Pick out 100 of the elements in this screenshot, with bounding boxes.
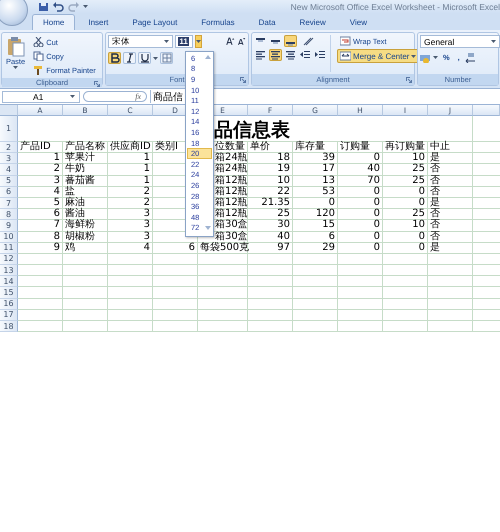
table-cell: 40 bbox=[248, 232, 293, 243]
vertical-align-button[interactable] bbox=[284, 35, 297, 47]
borders-button[interactable] bbox=[160, 52, 173, 64]
caret-icon bbox=[13, 66, 18, 69]
dialog-launcher-icon[interactable] bbox=[240, 77, 246, 83]
horizontal-align-button[interactable] bbox=[269, 49, 282, 61]
bold-button[interactable] bbox=[108, 52, 121, 64]
increase-decimal-icon bbox=[464, 52, 476, 62]
table-cell: 6 bbox=[153, 242, 198, 254]
row-header[interactable]: 17 bbox=[0, 310, 18, 321]
ribbon-tab[interactable]: Insert bbox=[77, 14, 120, 30]
row-header[interactable]: 9 bbox=[0, 220, 18, 232]
empty-cell bbox=[293, 310, 338, 321]
row-header[interactable]: 8 bbox=[0, 209, 18, 220]
table-cell: 97 bbox=[248, 242, 293, 254]
ribbon-tab[interactable]: Data bbox=[248, 14, 287, 30]
empty-cell bbox=[428, 287, 473, 299]
table-cell: 21.35 bbox=[248, 198, 293, 210]
table-cell: 否 bbox=[428, 232, 473, 243]
copy-icon bbox=[33, 51, 44, 61]
caret-icon bbox=[491, 40, 496, 43]
empty-cell bbox=[383, 276, 428, 288]
table-cell: 1 bbox=[108, 153, 153, 164]
row-header[interactable]: 12 bbox=[0, 254, 18, 266]
empty-cell bbox=[428, 276, 473, 288]
caret-icon bbox=[411, 54, 416, 58]
underline-button[interactable] bbox=[138, 52, 151, 64]
increase-indent-button[interactable] bbox=[314, 49, 327, 61]
empty-cell bbox=[198, 276, 248, 288]
row-header[interactable]: 18 bbox=[0, 321, 18, 332]
grow-font-icon bbox=[226, 36, 235, 47]
row-header[interactable]: 15 bbox=[0, 287, 18, 299]
empty-cell bbox=[428, 321, 473, 332]
dropdown-button[interactable] bbox=[194, 35, 202, 48]
merge-icon bbox=[340, 51, 351, 61]
table-cell: 0 bbox=[338, 220, 383, 232]
dialog-launcher-icon[interactable] bbox=[406, 77, 412, 83]
row-header[interactable]: 6 bbox=[0, 186, 18, 198]
row-header[interactable]: 13 bbox=[0, 265, 18, 276]
empty-cell bbox=[293, 254, 338, 266]
table-cell: 18 bbox=[248, 153, 293, 164]
empty-cell bbox=[293, 265, 338, 276]
table-cell: 0 bbox=[383, 198, 428, 210]
empty-cell bbox=[248, 287, 293, 299]
table-cell: 牛奶 bbox=[63, 164, 108, 176]
empty-cell bbox=[108, 310, 153, 321]
row-header[interactable]: 2 bbox=[0, 142, 18, 154]
empty-cell bbox=[153, 254, 198, 266]
table-cell: 0 bbox=[338, 232, 383, 243]
merge-center-button[interactable]: Merge & Center bbox=[337, 49, 420, 63]
italic-button[interactable] bbox=[123, 52, 136, 64]
font-size-field[interactable]: 11 bbox=[175, 35, 193, 48]
empty-cell bbox=[248, 321, 293, 332]
ribbon-tab[interactable]: Page Layout bbox=[121, 14, 188, 30]
row-header[interactable]: 1 bbox=[0, 116, 18, 142]
font-name-field[interactable]: 宋体 bbox=[108, 35, 174, 48]
decrease-indent-button[interactable] bbox=[299, 49, 312, 61]
row-header[interactable]: 5 bbox=[0, 176, 18, 187]
table-cell: 30 bbox=[248, 220, 293, 232]
empty-cell bbox=[153, 321, 198, 332]
empty-cell bbox=[153, 276, 198, 288]
table-cell: 蕃茄酱 bbox=[63, 176, 108, 187]
table-cell: 海鲜粉 bbox=[63, 220, 108, 232]
table-cell: 22 bbox=[248, 186, 293, 198]
horizontal-align-button[interactable] bbox=[284, 49, 297, 61]
row-header[interactable]: 7 bbox=[0, 198, 18, 210]
table-cell: 13 bbox=[293, 176, 338, 187]
empty-cell bbox=[248, 276, 293, 288]
table-cell: 6 bbox=[18, 209, 63, 220]
name-box[interactable]: A1 bbox=[2, 90, 80, 102]
horizontal-align-button[interactable] bbox=[254, 49, 267, 61]
empty-cell bbox=[338, 265, 383, 276]
ribbon-tab[interactable]: Review bbox=[288, 14, 337, 30]
ribbon-tab[interactable]: Home bbox=[32, 14, 76, 30]
table-cell: 0 bbox=[338, 153, 383, 164]
ribbon-tab[interactable]: Formulas bbox=[190, 14, 246, 30]
row-header[interactable]: 16 bbox=[0, 298, 18, 310]
table-cell: 否 bbox=[428, 176, 473, 187]
row-header[interactable]: 11 bbox=[0, 242, 18, 254]
table-cell: 否 bbox=[428, 209, 473, 220]
ribbon-tab[interactable]: View bbox=[338, 14, 378, 30]
table-cell: 7 bbox=[18, 220, 63, 232]
dialog-launcher-icon[interactable] bbox=[94, 81, 100, 87]
number-format-field[interactable]: General bbox=[420, 35, 500, 48]
table-cell: 25 bbox=[383, 164, 428, 176]
table-cell: 19 bbox=[248, 164, 293, 176]
empty-cell bbox=[63, 310, 108, 321]
table-cell: 0 bbox=[383, 242, 428, 254]
insert-function-button[interactable]: fx bbox=[133, 92, 143, 101]
table-cell: 10 bbox=[383, 153, 428, 164]
table-cell: 29 bbox=[293, 242, 338, 254]
row-header[interactable]: 4 bbox=[0, 164, 18, 176]
row-header[interactable]: 10 bbox=[0, 232, 18, 243]
table-cell: 15 bbox=[293, 220, 338, 232]
row-header[interactable]: 3 bbox=[0, 153, 18, 164]
empty-cell bbox=[63, 298, 108, 310]
shrink-font-icon bbox=[236, 36, 246, 47]
row-header[interactable]: 14 bbox=[0, 276, 18, 288]
office-button[interactable] bbox=[0, 0, 28, 26]
table-cell: 胡椒粉 bbox=[63, 232, 108, 243]
